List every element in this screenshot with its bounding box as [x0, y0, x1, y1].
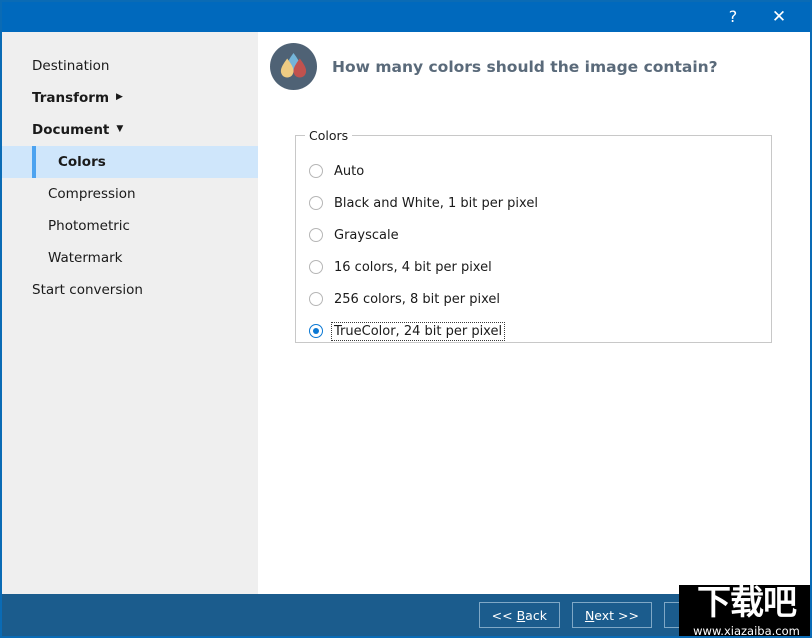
page-title: How many colors should the image contain…	[332, 57, 718, 76]
colors-groupbox: Colors Auto Black and White, 1 bit per p…	[295, 128, 772, 343]
title-bar: ? ✕	[2, 2, 810, 32]
watermark-url: www.xiazaiba.com	[693, 624, 800, 638]
next-button[interactable]: Next >>	[571, 602, 652, 628]
sidebar-item-label: Colors	[58, 154, 106, 170]
radio-indicator[interactable]	[309, 164, 323, 178]
page-header: How many colors should the image contain…	[270, 43, 718, 90]
help-icon[interactable]: ?	[710, 2, 756, 32]
radio-option-16-colors[interactable]: 16 colors, 4 bit per pixel	[309, 251, 759, 283]
chevron-right-icon: ▶	[116, 91, 123, 102]
radio-label: Grayscale	[334, 227, 399, 243]
radio-indicator[interactable]	[309, 196, 323, 210]
sidebar-item-compression[interactable]: Compression	[2, 178, 258, 210]
sidebar-item-start-conversion[interactable]: Start conversion	[2, 274, 258, 306]
sidebar-item-label: Start conversion	[32, 282, 143, 298]
radio-label: 256 colors, 8 bit per pixel	[334, 291, 500, 307]
radio-indicator[interactable]	[309, 324, 323, 338]
back-button[interactable]: << Back	[478, 602, 560, 628]
sidebar: Destination Transform ▶ Document ▼ Color…	[2, 32, 258, 594]
sidebar-item-photometric[interactable]: Photometric	[2, 210, 258, 242]
radio-option-256-colors[interactable]: 256 colors, 8 bit per pixel	[309, 283, 759, 315]
radio-label: 16 colors, 4 bit per pixel	[334, 259, 492, 275]
radio-option-grayscale[interactable]: Grayscale	[309, 219, 759, 251]
sidebar-item-label: Transform	[32, 90, 110, 106]
sidebar-item-document[interactable]: Document ▼	[2, 114, 258, 146]
radio-label: Black and White, 1 bit per pixel	[334, 195, 538, 211]
sidebar-item-label: Compression	[48, 186, 136, 202]
watermark-logo-text: 下载吧	[697, 585, 797, 623]
radio-indicator[interactable]	[309, 228, 323, 242]
site-watermark: 下载吧 www.xiazaiba.com	[679, 585, 810, 638]
sidebar-item-colors[interactable]: Colors	[2, 146, 258, 178]
radio-label: TrueColor, 24 bit per pixel	[330, 321, 506, 341]
sidebar-item-label: Photometric	[48, 218, 130, 234]
colors-radio-group: Auto Black and White, 1 bit per pixel Gr…	[309, 155, 759, 347]
converter-wizard-window: ? ✕ Destination Transform ▶ Document ▼ C…	[0, 0, 812, 638]
radio-indicator[interactable]	[309, 260, 323, 274]
groupbox-legend: Colors	[305, 128, 353, 143]
chevron-down-icon: ▼	[116, 123, 124, 134]
sidebar-item-label: Document	[32, 122, 110, 138]
radio-indicator[interactable]	[309, 292, 323, 306]
close-icon[interactable]: ✕	[756, 2, 802, 32]
radio-option-black-and-white[interactable]: Black and White, 1 bit per pixel	[309, 187, 759, 219]
radio-option-truecolor[interactable]: TrueColor, 24 bit per pixel	[309, 315, 759, 347]
sidebar-item-label: Destination	[32, 58, 110, 74]
next-button-label: Next >>	[584, 607, 639, 623]
content-pane: How many colors should the image contain…	[258, 32, 810, 594]
back-button-label: << Back	[491, 607, 547, 623]
radio-option-auto[interactable]: Auto	[309, 155, 759, 187]
sidebar-item-label: Watermark	[48, 250, 123, 266]
radio-label: Auto	[334, 163, 365, 179]
sidebar-item-destination[interactable]: Destination	[2, 50, 258, 82]
sidebar-item-transform[interactable]: Transform ▶	[2, 82, 258, 114]
sidebar-item-watermark[interactable]: Watermark	[2, 242, 258, 274]
color-droplets-icon	[270, 43, 317, 90]
